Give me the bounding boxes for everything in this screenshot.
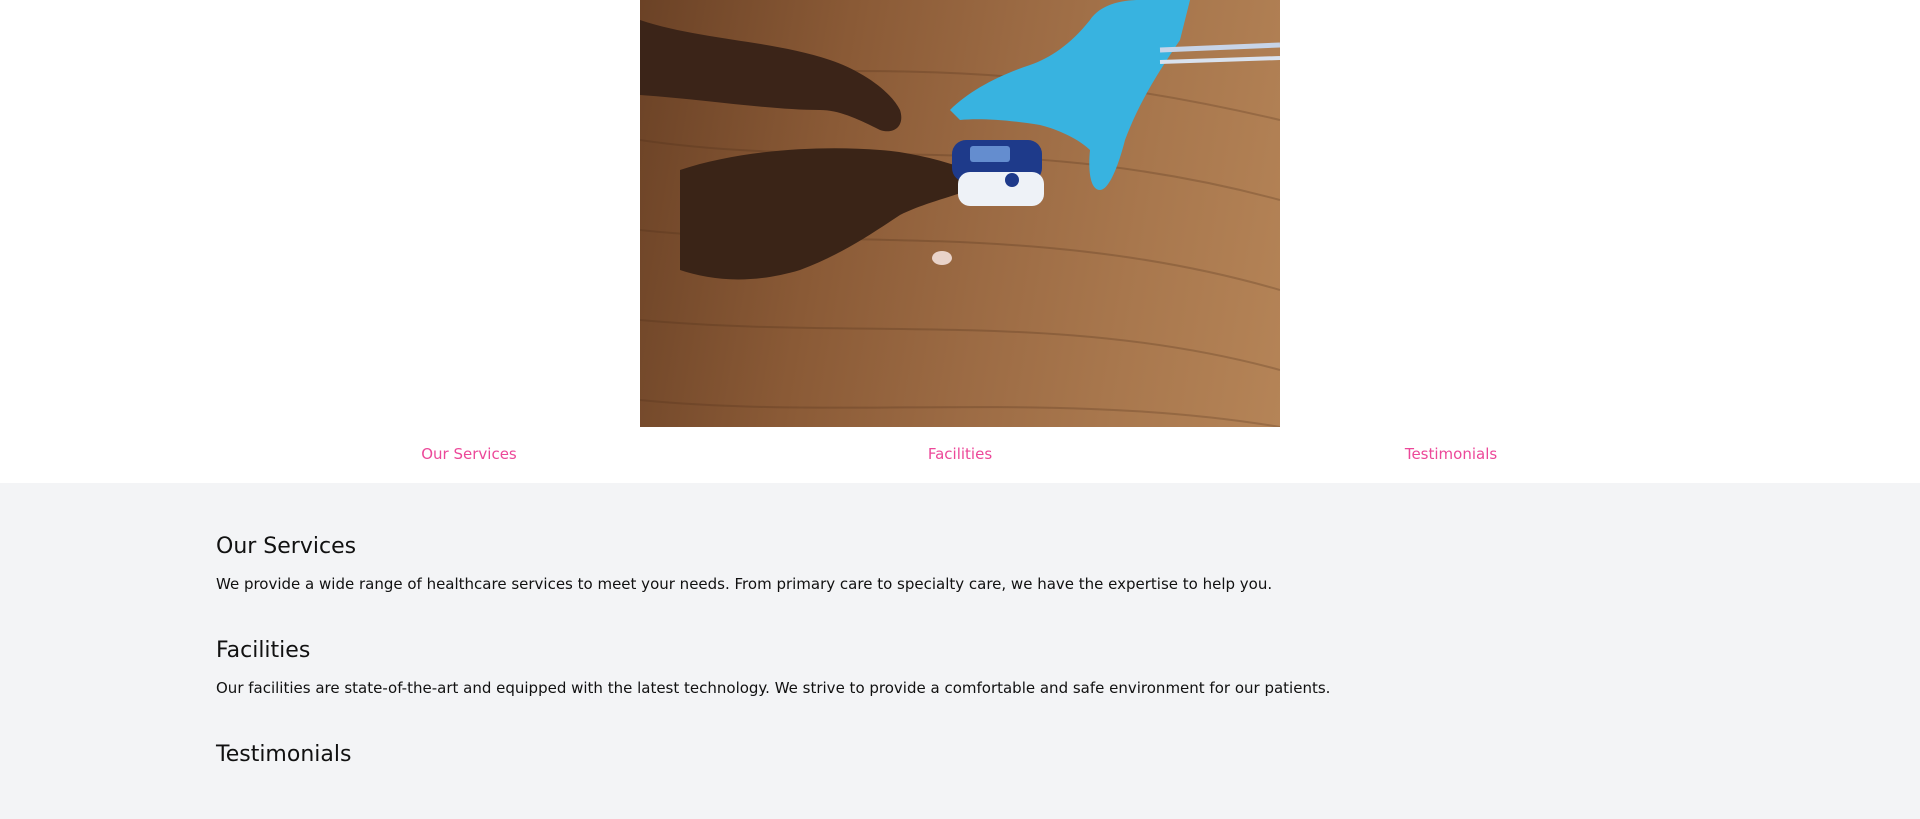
section-nav: Our Services Facilities Testimonials <box>0 427 1920 483</box>
section-body: Our facilities are state-of-the-art and … <box>216 679 1331 697</box>
nav-link-our-services[interactable]: Our Services <box>421 445 517 463</box>
section-facilities: Facilities Our facilities are state-of-t… <box>216 638 1330 697</box>
content-area: Our Services We provide a wide range of … <box>0 483 1920 819</box>
section-body: We provide a wide range of healthcare se… <box>216 575 1273 593</box>
hero-illustration <box>640 0 1280 427</box>
section-testimonials: Testimonials <box>216 742 351 767</box>
nav-link-testimonials[interactable]: Testimonials <box>1405 445 1497 463</box>
section-heading: Our Services <box>216 534 357 559</box>
section-our-services: Our Services We provide a wide range of … <box>216 534 1272 593</box>
section-heading: Testimonials <box>216 742 352 767</box>
section-heading: Facilities <box>216 638 311 663</box>
header-area: Our Services Facilities Testimonials <box>0 0 1920 483</box>
nav-link-facilities[interactable]: Facilities <box>928 445 992 463</box>
hero-image <box>640 0 1280 427</box>
